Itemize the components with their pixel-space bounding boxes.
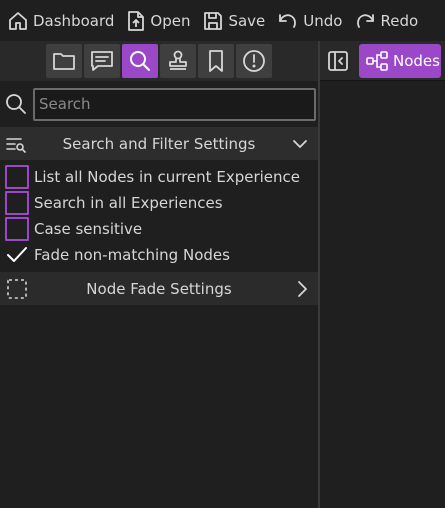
checkbox-checked[interactable] [5, 243, 29, 267]
tab-alerts[interactable] [236, 44, 272, 78]
checkbox[interactable] [5, 165, 29, 189]
chevron-right-icon [296, 280, 308, 298]
top-toolbar: Dashboard Open Save Undo Redo [0, 0, 445, 41]
checkmark-icon [6, 245, 28, 265]
redo-button[interactable]: Redo [354, 0, 418, 41]
search-row [0, 81, 318, 127]
redo-icon [354, 11, 376, 31]
option-label: Search in all Experiences [34, 194, 223, 212]
folder-icon [52, 50, 76, 72]
open-button[interactable]: Open [126, 0, 190, 41]
collapse-panel-button[interactable] [320, 41, 356, 81]
tab-search[interactable] [122, 44, 158, 78]
tab-bookmarks[interactable] [198, 44, 234, 78]
node-fade-settings-header[interactable]: Node Fade Settings [0, 272, 318, 305]
stamp-icon [166, 49, 190, 73]
save-button[interactable]: Save [202, 0, 265, 41]
option-label: List all Nodes in current Experience [34, 168, 300, 186]
right-panel: Nodes [320, 41, 445, 508]
nodes-tab-label: Nodes [393, 51, 440, 70]
section-title: Search and Filter Settings [62, 134, 256, 153]
section-title: Node Fade Settings [86, 279, 232, 298]
option-search-all-experiences[interactable]: Search in all Experiences [0, 190, 318, 216]
sidebar-tabstrip [0, 41, 318, 81]
option-label: Fade non-matching Nodes [34, 246, 230, 264]
node-graph-icon [366, 50, 388, 71]
alert-icon [242, 49, 266, 73]
option-fade-non-matching[interactable]: Fade non-matching Nodes [0, 242, 318, 268]
dashboard-label: Dashboard [33, 11, 115, 30]
search-filter-settings-header[interactable]: Search and Filter Settings [0, 127, 318, 160]
save-label: Save [228, 11, 266, 30]
checkbox[interactable] [5, 217, 29, 241]
open-label: Open [150, 11, 191, 30]
filter-options: List all Nodes in current Experience Sea… [0, 160, 318, 272]
option-label: Case sensitive [34, 220, 143, 238]
file-upload-icon [126, 10, 146, 32]
chevron-down-icon [292, 138, 308, 150]
option-case-sensitive[interactable]: Case sensitive [0, 216, 318, 242]
option-list-all-nodes[interactable]: List all Nodes in current Experience [0, 164, 318, 190]
tab-stamp[interactable] [160, 44, 196, 78]
undo-button[interactable]: Undo [277, 0, 342, 41]
search-icon [5, 93, 27, 115]
tab-nodes[interactable]: Nodes [359, 43, 441, 78]
undo-label: Undo [303, 11, 343, 30]
right-panel-header: Nodes [320, 41, 445, 81]
tab-files[interactable] [46, 44, 82, 78]
undo-icon [277, 11, 299, 31]
tab-notes[interactable] [84, 44, 120, 78]
left-panel: Search and Filter Settings List all Node… [0, 41, 318, 508]
dashboard-button[interactable]: Dashboard [7, 0, 114, 41]
floppy-disk-icon [202, 10, 224, 32]
redo-label: Redo [380, 11, 419, 30]
checkbox[interactable] [5, 191, 29, 215]
search-input[interactable] [33, 87, 316, 121]
search-icon [128, 49, 152, 73]
bookmark-icon [205, 49, 227, 73]
notes-icon [90, 50, 114, 72]
sidebar-collapse-icon [327, 50, 349, 72]
home-icon [7, 10, 29, 32]
